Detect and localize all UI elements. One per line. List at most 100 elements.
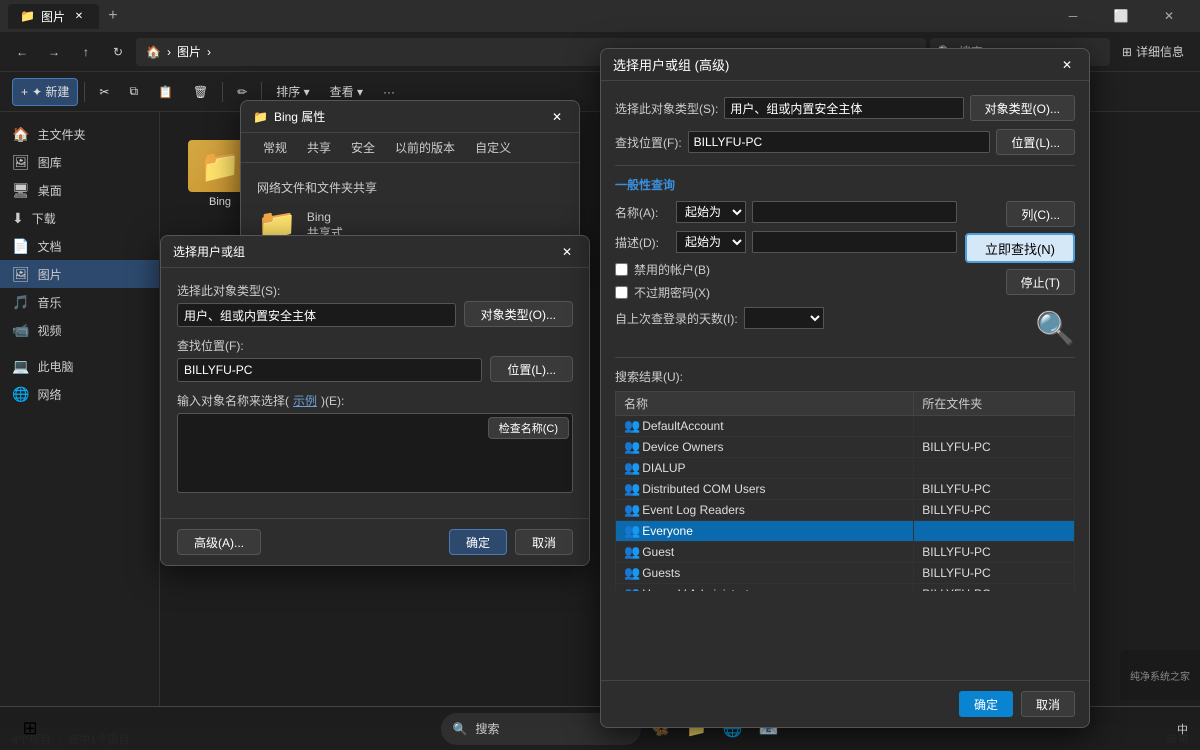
location-row: 查找位置(F): BILLYFU-PC 位置(L)... (177, 337, 573, 382)
name-query-select[interactable]: 起始为 (676, 201, 746, 223)
back-btn[interactable]: ← (8, 38, 36, 66)
desc-query-input[interactable] (752, 231, 957, 253)
results-header-row: 名称 所在文件夹 (616, 392, 1075, 416)
footer-spacer (269, 529, 441, 555)
paste-btn[interactable]: 📋 (150, 78, 181, 106)
location-display: BILLYFU-PC (177, 358, 482, 382)
no-expiry-checkbox[interactable] (615, 286, 628, 299)
tab-close-btn[interactable]: ✕ (71, 8, 87, 24)
result-row[interactable]: 👥GuestBILLYFU-PC (616, 542, 1075, 563)
sidebar: 🏠 主文件夹 🖼 图库 🖥 桌面 ⬇ 下载 📄 文档 🖼 图片 (0, 112, 160, 726)
bing-tab-general[interactable]: 常规 (253, 133, 297, 162)
sidebar-item-docs[interactable]: 📄 文档 (0, 232, 159, 260)
name-query-input[interactable] (752, 201, 957, 223)
tab-folder-icon: 📁 (20, 9, 35, 23)
details-btn[interactable]: ⊞ 详细信息 (1114, 38, 1192, 66)
select-user-cancel-btn[interactable]: 取消 (515, 529, 573, 555)
music-icon: 🎵 (12, 294, 29, 311)
thispc-icon: 💻 (12, 358, 29, 375)
stop-btn[interactable]: 停止(T) (1006, 269, 1075, 295)
input-label-row: 输入对象名称来选择( 示例 )(E): (177, 392, 573, 409)
object-type-btn[interactable]: 对象类型(O)... (464, 301, 573, 327)
bing-tab-custom[interactable]: 自定义 (465, 133, 521, 162)
result-row[interactable]: 👥Hyper-V AdministratorsBILLYFU-PC (616, 584, 1075, 592)
search-now-btn[interactable]: 立即查找(N) (965, 233, 1075, 263)
sidebar-item-gallery[interactable]: 🖼 图库 (0, 148, 159, 176)
disabled-accounts-label: 禁用的帐户(B) (634, 261, 710, 278)
copy-icon: ⧉ (129, 84, 138, 99)
no-expiry-label: 不过期密码(X) (634, 284, 710, 301)
home-icon: 🏠 (12, 126, 29, 143)
sidebar-item-home[interactable]: 🏠 主文件夹 (0, 120, 159, 148)
address-separator: › (167, 45, 171, 59)
cut-btn[interactable]: ✂ (91, 78, 117, 106)
bing-tab-security[interactable]: 安全 (341, 133, 385, 162)
adv-location-btn[interactable]: 位置(L)... (996, 129, 1075, 155)
tab-label: 图片 (41, 8, 65, 25)
columns-btn[interactable]: 列(C)... (1006, 201, 1075, 227)
col-location-header: 所在文件夹 (914, 392, 1075, 416)
result-row[interactable]: 👥DIALUP (616, 458, 1075, 479)
advanced-dialog-close-btn[interactable]: ✕ (1057, 55, 1077, 75)
sidebar-item-downloads[interactable]: ⬇ 下载 (0, 204, 159, 232)
select-user-close-btn[interactable]: ✕ (557, 242, 577, 262)
bing-dialog-folder-icon: 📁 (253, 110, 268, 124)
result-row[interactable]: 👥Distributed COM UsersBILLYFU-PC (616, 479, 1075, 500)
maximize-btn[interactable]: ⬜ (1098, 0, 1144, 32)
result-name-cell: 👥Hyper-V Administrators (616, 584, 914, 592)
days-select[interactable] (744, 307, 824, 329)
copy-btn[interactable]: ⧉ (121, 78, 146, 106)
sidebar-item-network[interactable]: 🌐 网络 (0, 380, 159, 408)
new-btn[interactable]: + ✦ 新建 (12, 78, 78, 106)
bing-dialog-close-btn[interactable]: ✕ (547, 107, 567, 127)
check-name-btn[interactable]: 检查名称(C) (488, 417, 569, 439)
rename-icon: ✏ (237, 85, 247, 99)
result-name-cell: 👥Guest (616, 542, 914, 563)
adv-location-row: 查找位置(F): BILLYFU-PC 位置(L)... (615, 129, 1075, 155)
bing-tab-share[interactable]: 共享 (297, 133, 341, 162)
minimize-btn[interactable]: ─ (1050, 0, 1096, 32)
result-row-icon: 👥 (624, 439, 640, 455)
result-row[interactable]: 👥Device OwnersBILLYFU-PC (616, 437, 1075, 458)
new-tab-btn[interactable]: + (99, 2, 127, 30)
location-btn[interactable]: 位置(L)... (490, 356, 573, 382)
location-label: 查找位置(F): (177, 337, 482, 354)
sidebar-item-pictures[interactable]: 🖼 图片 (0, 260, 159, 288)
desc-query-select[interactable]: 起始为 (676, 231, 746, 253)
new-icon: + (21, 85, 28, 99)
adv-object-type-btn[interactable]: 对象类型(O)... (970, 95, 1075, 121)
advanced-ok-btn[interactable]: 确定 (959, 691, 1013, 717)
sidebar-item-desktop[interactable]: 🖥 桌面 (0, 176, 159, 204)
result-row-icon: 👥 (624, 418, 640, 434)
example-link[interactable]: 示例 (293, 392, 317, 409)
desc-query-row: 描述(D): 起始为 (615, 231, 957, 253)
sidebar-item-video[interactable]: 📹 视频 (0, 316, 159, 344)
sidebar-item-thispc[interactable]: 💻 此电脑 (0, 352, 159, 380)
result-location-cell: BILLYFU-PC (914, 479, 1075, 500)
result-row[interactable]: 👥GuestsBILLYFU-PC (616, 563, 1075, 584)
select-user-ok-btn[interactable]: 确定 (449, 529, 507, 555)
decorative-search-icon: 🔍 (1035, 309, 1075, 347)
address-path: 图片 (177, 43, 201, 60)
result-row-icon: 👥 (624, 502, 640, 518)
window-close-btn[interactable]: ✕ (1146, 0, 1192, 32)
advanced-btn[interactable]: 高级(A)... (177, 529, 261, 555)
result-row[interactable]: 👥DefaultAccount (616, 416, 1075, 437)
forward-btn[interactable]: → (40, 38, 68, 66)
refresh-btn[interactable]: ↻ (104, 38, 132, 66)
advanced-cancel-btn[interactable]: 取消 (1021, 691, 1075, 717)
disabled-accounts-checkbox[interactable] (615, 263, 628, 276)
result-row[interactable]: 👥Everyone (616, 521, 1075, 542)
start-btn[interactable]: ⊞ (12, 711, 48, 747)
delete-btn[interactable]: 🗑 (185, 78, 216, 106)
bing-tab-previous[interactable]: 以前的版本 (385, 133, 465, 162)
result-name-cell: 👥DIALUP (616, 458, 914, 479)
up-btn[interactable]: ↑ (72, 38, 100, 66)
result-row[interactable]: 👥Event Log ReadersBILLYFU-PC (616, 500, 1075, 521)
sidebar-item-music[interactable]: 🎵 音乐 (0, 288, 159, 316)
select-user-dialog: 选择用户或组 ✕ 选择此对象类型(S): 用户、组或内置安全主体 对象类型(O)… (160, 235, 590, 566)
taskbar-right: 中 纯净系统之家 (1177, 721, 1188, 737)
active-tab[interactable]: 📁 图片 ✕ (8, 4, 99, 29)
title-bar: 📁 图片 ✕ + ─ ⬜ ✕ (0, 0, 1200, 32)
download-icon: ⬇ (12, 210, 24, 227)
